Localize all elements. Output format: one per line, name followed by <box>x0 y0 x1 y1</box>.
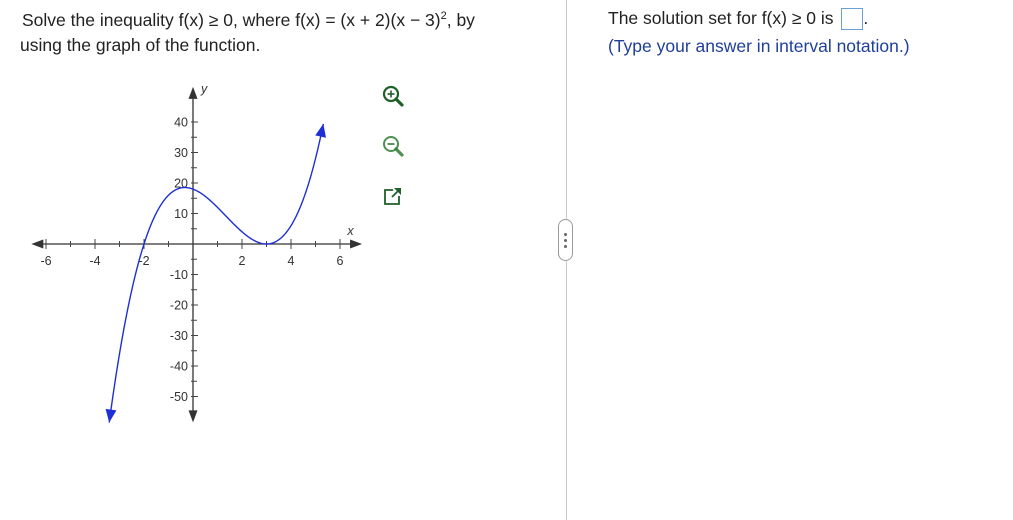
y-axis-arrow-up <box>188 86 198 99</box>
answer-input[interactable] <box>841 8 864 30</box>
x-tick-label: -6 <box>40 254 51 268</box>
x-tick-label: 2 <box>239 254 246 268</box>
popout-icon[interactable] <box>381 186 405 210</box>
curve-arrow-end <box>315 123 326 138</box>
zoom-out-icon[interactable] <box>381 135 405 159</box>
y-tick-label: -10 <box>170 268 188 282</box>
x-axis-arrow-right <box>350 239 363 249</box>
x-axis-label: x <box>346 224 354 238</box>
y-tick-label: -40 <box>170 360 188 374</box>
answer-prompt: The solution set for f(x) ≥ 0 is <box>608 8 834 28</box>
answer-hint: (Type your answer in interval notation.) <box>608 36 910 56</box>
y-tick-label: 10 <box>174 207 188 221</box>
x-tick-label: 4 <box>288 254 295 268</box>
answer-period: . <box>863 8 869 28</box>
zoom-in-icon[interactable] <box>381 85 405 109</box>
x-axis-arrow-left <box>31 239 44 249</box>
answer-line: The solution set for f(x) ≥ 0 is . <box>608 6 868 31</box>
y-axis-arrow-down <box>188 410 198 423</box>
curve-arrow-start <box>105 408 117 423</box>
y-tick-label: 30 <box>174 146 188 160</box>
y-tick-label: 40 <box>174 116 188 130</box>
answer-pane: The solution set for f(x) ≥ 0 is . (Type… <box>567 0 1013 520</box>
y-tick-label: -20 <box>170 299 188 313</box>
y-axis-label: y <box>200 82 208 96</box>
x-tick-label: 6 <box>337 254 344 268</box>
y-tick-label: -30 <box>170 329 188 343</box>
x-tick-label: -4 <box>89 254 100 268</box>
function-graph: -6 -4 -2 2 4 640302010-10-20-30-40-50 x y <box>31 82 405 423</box>
question-pane: Solve the inequality f(x) ≥ 0, where f(x… <box>0 0 566 520</box>
y-tick-label: -50 <box>170 390 188 404</box>
function-curve <box>108 123 325 423</box>
